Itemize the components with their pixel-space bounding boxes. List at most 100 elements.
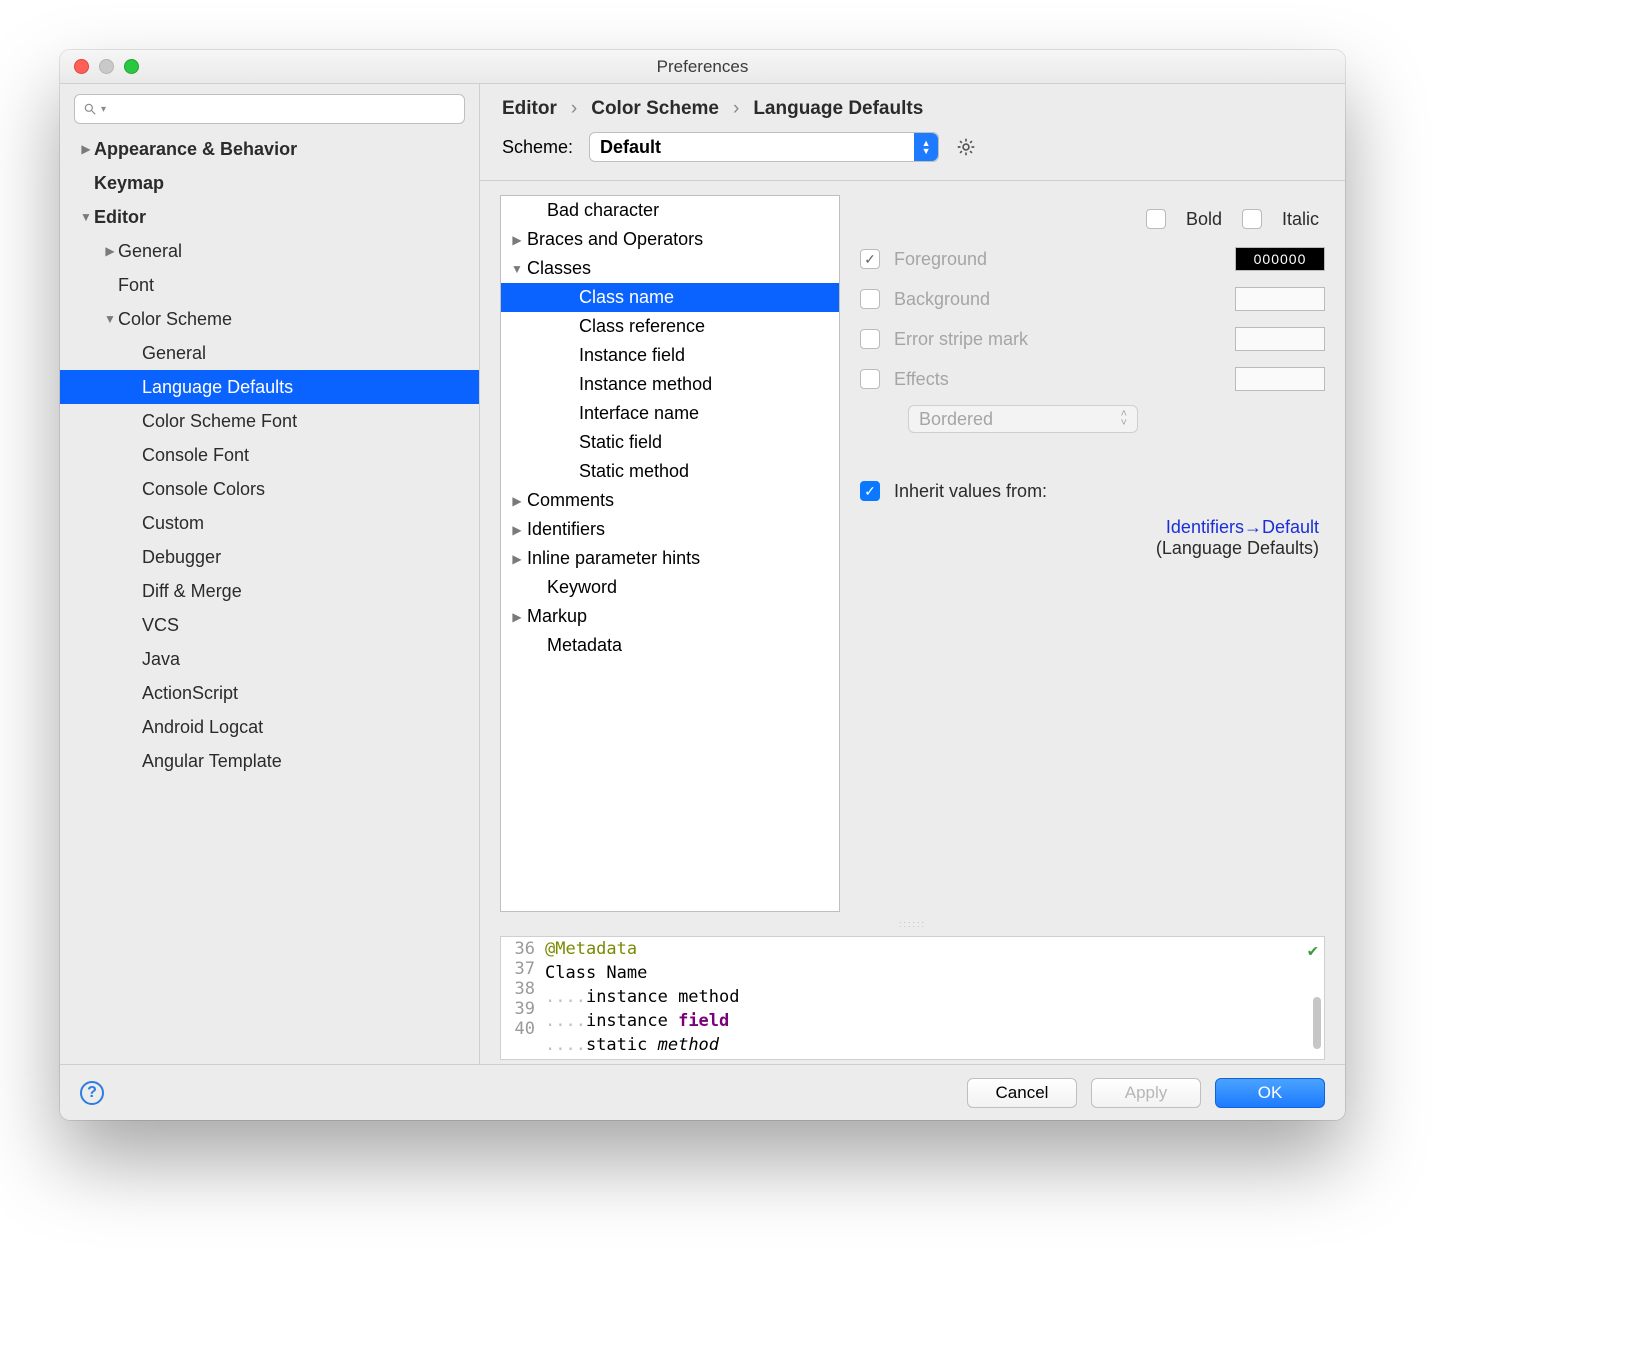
- attr-item-interface-name[interactable]: Interface name: [501, 399, 839, 428]
- background-checkbox[interactable]: [860, 289, 880, 309]
- scrollbar-thumb[interactable]: [1313, 997, 1321, 1049]
- chevron-down-icon[interactable]: ▾: [101, 104, 106, 115]
- bold-label: Bold: [1186, 209, 1222, 230]
- sidebar-item-general[interactable]: ▶General: [60, 234, 479, 268]
- chevron-right-icon: ▶: [507, 233, 527, 247]
- sidebar-item-keymap[interactable]: Keymap: [60, 166, 479, 200]
- effects-type-value: Bordered: [919, 409, 993, 430]
- sidebar-item-actionscript[interactable]: ActionScript: [60, 676, 479, 710]
- sidebar-item-appearance-behavior[interactable]: ▶Appearance & Behavior: [60, 132, 479, 166]
- effects-checkbox[interactable]: [860, 369, 880, 389]
- chevron-right-icon: ▶: [507, 552, 527, 566]
- sidebar-item-label: Console Font: [142, 445, 249, 466]
- sidebar-item-console-font[interactable]: Console Font: [60, 438, 479, 472]
- attr-item-label: Identifiers: [527, 519, 605, 540]
- chevron-right-icon: ›: [571, 98, 577, 120]
- attr-item-label: Inline parameter hints: [527, 548, 700, 569]
- scheme-select[interactable]: Default ▲▼: [589, 132, 939, 162]
- attr-item-label: Class name: [579, 287, 674, 308]
- italic-checkbox[interactable]: [1242, 209, 1262, 229]
- sidebar-item-label: Appearance & Behavior: [94, 139, 297, 160]
- ok-button[interactable]: OK: [1215, 1078, 1325, 1108]
- attr-item-markup[interactable]: ▶Markup: [501, 602, 839, 631]
- sidebar-item-diff-merge[interactable]: Diff & Merge: [60, 574, 479, 608]
- sidebar-item-language-defaults[interactable]: Language Defaults: [60, 370, 479, 404]
- sidebar-item-color-scheme-font[interactable]: Color Scheme Font: [60, 404, 479, 438]
- inherit-checkbox[interactable]: ✓: [860, 481, 880, 501]
- chevron-right-icon: ▶: [78, 142, 94, 156]
- attr-item-static-method[interactable]: Static method: [501, 457, 839, 486]
- sidebar-item-editor[interactable]: ▼Editor: [60, 200, 479, 234]
- preview-editor[interactable]: 3637383940 ✔ @MetadataClass Name....inst…: [500, 936, 1325, 1060]
- foreground-swatch[interactable]: 000000: [1235, 247, 1325, 271]
- attribute-tree[interactable]: Bad character▶Braces and Operators▼Class…: [500, 195, 840, 912]
- attr-item-instance-field[interactable]: Instance field: [501, 341, 839, 370]
- chevron-down-icon: ▼: [507, 262, 527, 276]
- gear-icon[interactable]: [955, 136, 977, 158]
- effects-swatch[interactable]: [1235, 367, 1325, 391]
- sidebar-item-label: Diff & Merge: [142, 581, 242, 602]
- sidebar-item-label: Console Colors: [142, 479, 265, 500]
- attr-item-metadata[interactable]: Metadata: [501, 631, 839, 660]
- sidebar-item-custom[interactable]: Custom: [60, 506, 479, 540]
- sidebar-item-label: Color Scheme Font: [142, 411, 297, 432]
- sidebar-item-console-colors[interactable]: Console Colors: [60, 472, 479, 506]
- attr-item-inline-parameter-hints[interactable]: ▶Inline parameter hints: [501, 544, 839, 573]
- sidebar-item-font[interactable]: Font: [60, 268, 479, 302]
- search-field[interactable]: [110, 101, 456, 118]
- chevron-right-icon: ▶: [507, 523, 527, 537]
- sidebar-item-label: Android Logcat: [142, 717, 263, 738]
- line-number: 37: [501, 959, 535, 979]
- error-stripe-checkbox[interactable]: [860, 329, 880, 349]
- foreground-checkbox[interactable]: ✓: [860, 249, 880, 269]
- sidebar-item-label: Debugger: [142, 547, 221, 568]
- code-preview: ✔ @MetadataClass Name....instance method…: [541, 937, 1324, 1059]
- chevron-right-icon: ▶: [507, 610, 527, 624]
- attr-item-class-reference[interactable]: Class reference: [501, 312, 839, 341]
- search-input[interactable]: ▾: [74, 94, 465, 124]
- sidebar-item-vcs[interactable]: VCS: [60, 608, 479, 642]
- attr-item-identifiers[interactable]: ▶Identifiers: [501, 515, 839, 544]
- attr-item-braces-and-operators[interactable]: ▶Braces and Operators: [501, 225, 839, 254]
- attr-item-keyword[interactable]: Keyword: [501, 573, 839, 602]
- sidebar-item-label: Keymap: [94, 173, 164, 194]
- attr-item-classes[interactable]: ▼Classes: [501, 254, 839, 283]
- attr-item-label: Comments: [527, 490, 614, 511]
- sidebar-item-label: Custom: [142, 513, 204, 534]
- help-button[interactable]: ?: [80, 1081, 104, 1105]
- inherit-sub: (Language Defaults): [1156, 538, 1319, 558]
- sidebar-item-color-scheme[interactable]: ▼Color Scheme: [60, 302, 479, 336]
- background-swatch[interactable]: [1235, 287, 1325, 311]
- attr-item-label: Classes: [527, 258, 591, 279]
- attr-item-label: Keyword: [547, 577, 617, 598]
- error-stripe-label: Error stripe mark: [894, 329, 1028, 350]
- inherit-link[interactable]: Identifiers→Default: [1166, 517, 1319, 537]
- select-stepper-icon[interactable]: ▲▼: [914, 133, 938, 161]
- bold-checkbox[interactable]: [1146, 209, 1166, 229]
- attr-item-instance-method[interactable]: Instance method: [501, 370, 839, 399]
- sidebar-item-general[interactable]: General: [60, 336, 479, 370]
- chevron-down-icon: ▼: [102, 312, 118, 326]
- attr-item-class-name[interactable]: Class name: [501, 283, 839, 312]
- line-number: 38: [501, 979, 535, 999]
- breadcrumb-editor[interactable]: Editor: [502, 98, 557, 120]
- window-title: Preferences: [60, 57, 1345, 77]
- sidebar-item-label: Angular Template: [142, 751, 282, 772]
- sidebar-item-android-logcat[interactable]: Android Logcat: [60, 710, 479, 744]
- sidebar-item-label: ActionScript: [142, 683, 238, 704]
- attr-item-static-field[interactable]: Static field: [501, 428, 839, 457]
- italic-label: Italic: [1282, 209, 1319, 230]
- sidebar-item-java[interactable]: Java: [60, 642, 479, 676]
- sidebar-item-debugger[interactable]: Debugger: [60, 540, 479, 574]
- scheme-label: Scheme:: [502, 137, 573, 158]
- breadcrumb-color-scheme[interactable]: Color Scheme: [591, 98, 719, 120]
- attr-item-bad-character[interactable]: Bad character: [501, 196, 839, 225]
- error-stripe-swatch[interactable]: [1235, 327, 1325, 351]
- splitter-handle[interactable]: ::::::: [500, 920, 1325, 928]
- titlebar: Preferences: [60, 50, 1345, 84]
- cancel-button[interactable]: Cancel: [967, 1078, 1077, 1108]
- sidebar-item-angular-template[interactable]: Angular Template: [60, 744, 479, 778]
- code-line: ....static method: [545, 1035, 1324, 1059]
- attr-item-comments[interactable]: ▶Comments: [501, 486, 839, 515]
- effects-label: Effects: [894, 369, 949, 390]
